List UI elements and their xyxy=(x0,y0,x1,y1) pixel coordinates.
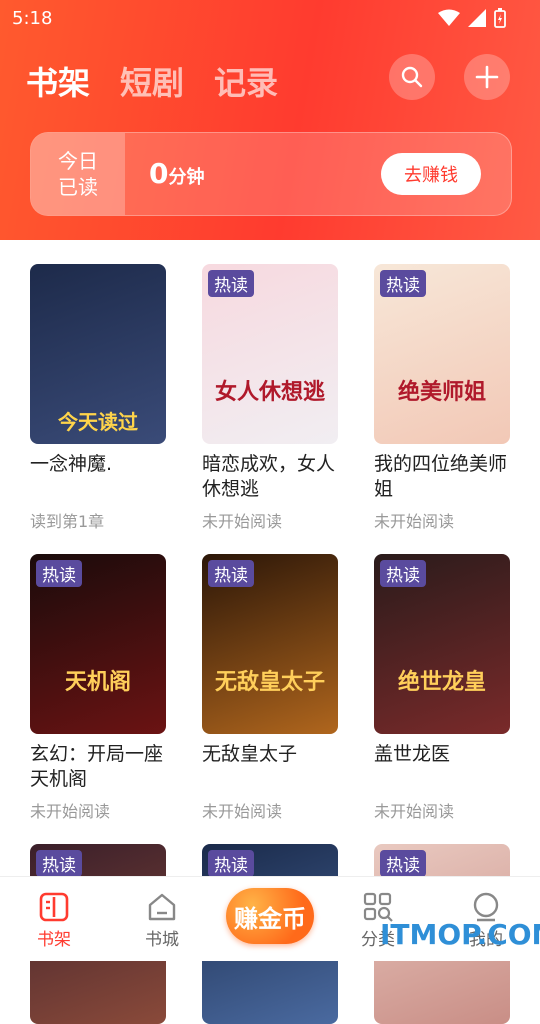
minutes-unit: 分钟 xyxy=(168,167,205,188)
hot-badge: 热读 xyxy=(208,560,254,587)
wifi-icon xyxy=(438,9,460,26)
book-read-status: 未开始阅读 xyxy=(202,802,283,821)
book-read-status: 未开始阅读 xyxy=(374,802,455,821)
today-reading-card: 今日 已读 0分钟 去赚钱 xyxy=(30,132,512,216)
book-cover[interactable]: 今天读过 xyxy=(30,264,166,444)
battery-icon xyxy=(494,8,506,28)
nav-bookshelf[interactable]: 书架 xyxy=(14,889,94,950)
book-cover[interactable]: 热读女人休想逃 xyxy=(202,264,338,444)
book-read-status: 未开始阅读 xyxy=(202,512,283,531)
home-icon xyxy=(148,893,176,921)
cover-text: 天机阁 xyxy=(64,670,131,695)
nav-bookstore-label: 书城 xyxy=(145,930,179,950)
book-read-status: 未开始阅读 xyxy=(374,512,455,531)
hot-badge: 热读 xyxy=(208,270,254,297)
cover-text: 绝美师姐 xyxy=(397,380,486,405)
cover-text: 今天读过 xyxy=(58,410,138,434)
cover-text: 无敌皇太子 xyxy=(214,670,325,695)
book-item[interactable]: 热读绝美师姐我的四位绝美师姐未开始阅读 xyxy=(374,264,510,532)
book-item[interactable]: 热读绝世龙皇盖世龙医未开始阅读 xyxy=(374,554,510,822)
nav-bookshelf-label: 书架 xyxy=(37,930,71,950)
book-cover[interactable]: 热读天机阁 xyxy=(30,554,166,734)
book-cover[interactable]: 热读绝世龙皇 xyxy=(374,554,510,734)
tab-short-drama[interactable]: 短剧 xyxy=(120,58,184,104)
status-bar: 5:18 xyxy=(0,0,540,36)
watermark: ITMOP.COM xyxy=(380,918,540,951)
hot-badge: 热读 xyxy=(380,560,426,587)
hot-badge: 热读 xyxy=(380,850,426,877)
today-label-line2: 已读 xyxy=(58,175,98,199)
book-title[interactable]: 暗恋成欢，女人休想逃 xyxy=(202,452,338,502)
book-cover[interactable]: 热读无敌皇太子 xyxy=(202,554,338,734)
today-label-line1: 今日 xyxy=(58,149,98,173)
cover-text: 绝世龙皇 xyxy=(397,670,486,695)
book-title[interactable]: 盖世龙医 xyxy=(374,742,510,792)
status-time: 5:18 xyxy=(12,8,53,29)
reading-minutes: 0分钟 xyxy=(149,157,204,190)
book-icon xyxy=(39,892,69,922)
earn-coins-button[interactable]: 赚金币 xyxy=(226,888,314,944)
book-read-status: 读到第1章 xyxy=(30,512,105,531)
book-title[interactable]: 一念神魔. xyxy=(30,452,166,502)
cover-text: 女人休想逃 xyxy=(214,380,325,405)
signal-icon xyxy=(468,9,486,27)
book-cover[interactable]: 热读绝美师姐 xyxy=(374,264,510,444)
book-title[interactable]: 无敌皇太子 xyxy=(202,742,338,792)
hot-badge: 热读 xyxy=(36,850,82,877)
minutes-value: 0 xyxy=(149,157,169,190)
book-item[interactable]: 今天读过一念神魔. 读到第1章 xyxy=(30,264,166,532)
earn-money-button[interactable]: 去赚钱 xyxy=(381,153,481,195)
book-read-status: 未开始阅读 xyxy=(30,802,111,821)
book-title[interactable]: 玄幻：开局一座天机阁 xyxy=(30,742,166,792)
tab-history[interactable]: 记录 xyxy=(214,58,278,104)
book-item[interactable]: 热读 无敌皇太子 无敌皇太子 未开始阅读 xyxy=(202,554,338,822)
system-icons xyxy=(438,8,506,28)
tab-bookshelf[interactable]: 书架 xyxy=(26,58,90,104)
hot-badge: 热读 xyxy=(380,270,426,297)
book-title[interactable]: 我的四位绝美师姐 xyxy=(374,452,510,502)
hot-badge: 热读 xyxy=(36,560,82,587)
book-item[interactable]: 热读女人休想逃暗恋成欢，女人休想逃未开始阅读 xyxy=(202,264,338,532)
header: 5:18 书架 短剧 记录 今日 已读 0分钟 去赚钱 xyxy=(0,0,540,240)
search-icon xyxy=(401,66,423,88)
plus-icon xyxy=(475,65,499,89)
nav-bookstore[interactable]: 书城 xyxy=(122,889,202,950)
today-read-label: 今日 已读 xyxy=(31,133,125,215)
book-item[interactable]: 热读天机阁玄幻：开局一座天机阁未开始阅读 xyxy=(30,554,166,822)
search-button[interactable] xyxy=(389,54,435,100)
add-button[interactable] xyxy=(464,54,510,100)
hot-badge: 热读 xyxy=(208,850,254,877)
top-tabs: 书架 短剧 记录 xyxy=(26,58,278,104)
